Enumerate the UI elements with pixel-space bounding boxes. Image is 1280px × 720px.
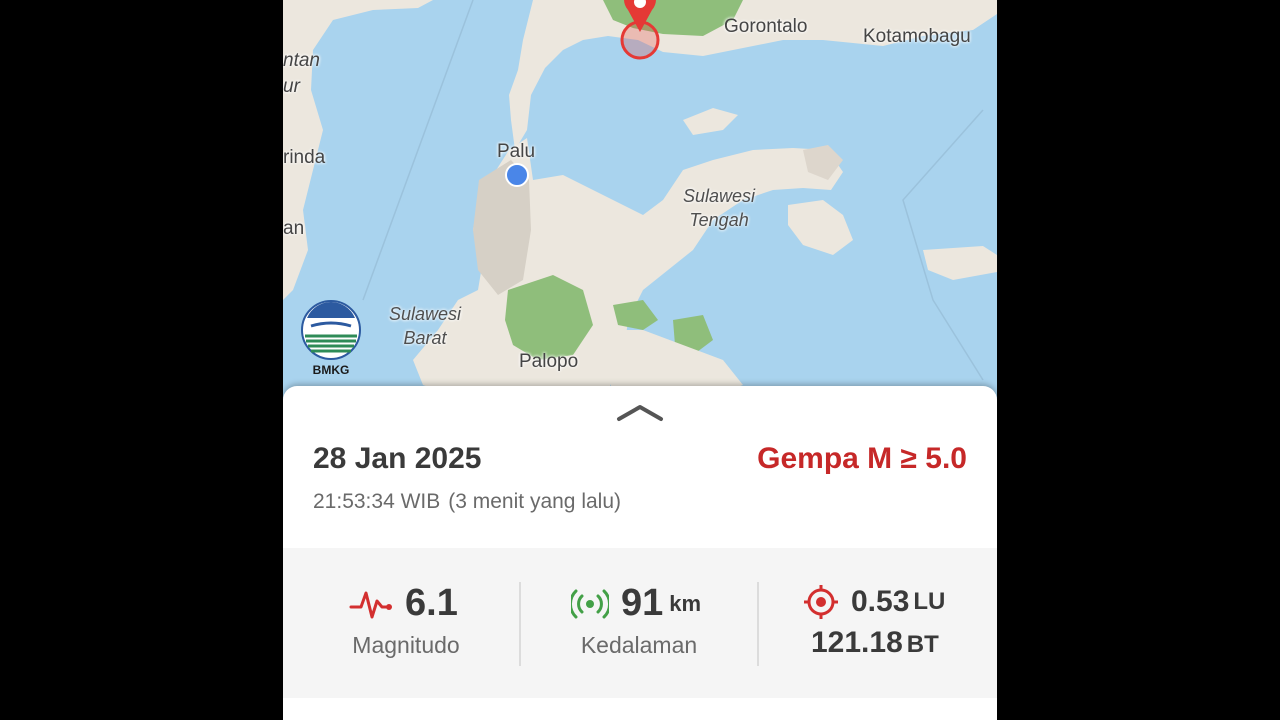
quake-stats-panel: 6.1 Magnitudo 91 km Kedalaman 0.53 LU 12…	[283, 548, 997, 698]
magnitude-value: 6.1	[405, 582, 458, 624]
sheet-expand-handle[interactable]	[615, 402, 665, 424]
map-label-partial: an	[283, 218, 305, 239]
map-label-palu: Palu	[497, 141, 536, 162]
stat-divider	[519, 582, 521, 666]
depth-label: Kedalaman	[580, 632, 698, 658]
latitude-unit: LU	[913, 588, 946, 615]
longitude-unit: BT	[906, 631, 939, 658]
map-label-sulawesi-tengah: Sulawesi Tengah	[683, 184, 755, 232]
chevron-up-icon	[617, 405, 663, 421]
stat-lat-row: 0.53 LU	[803, 584, 945, 620]
map-pin-icon[interactable]	[610, 0, 670, 62]
pulse-icon	[349, 591, 392, 618]
stat-depth-row: 91 km	[571, 582, 701, 625]
map-label-line: Tengah	[689, 210, 749, 230]
map-label-line: Sulawesi	[389, 304, 462, 324]
earthquake-map[interactable]: Gorontalo Kotamobagu ntan ur rinda an Pa…	[283, 0, 997, 400]
quake-category-badge: Gempa M ≥ 5.0	[757, 442, 967, 475]
longitude-value: 121.18	[811, 626, 903, 659]
stat-magnitude-row: 6.1	[349, 582, 458, 625]
map-label-palopo: Palopo	[519, 351, 579, 372]
quake-relative-time: (3 menit yang lalu)	[448, 490, 621, 513]
target-icon	[804, 585, 838, 619]
bmkg-logo-text: BMKG	[312, 363, 350, 377]
earthquake-info-sheet[interactable]: 28 Jan 2025 21:53:34 WIB (3 menit yang la…	[283, 386, 997, 720]
depth-unit: km	[669, 590, 702, 616]
bmkg-emblem-icon	[301, 300, 361, 360]
current-location-dot	[505, 163, 529, 187]
map-label-sulawesi-barat: Sulawesi Barat	[389, 302, 461, 350]
quake-time-value: 21:53:34 WIB	[313, 490, 441, 513]
magnitude-label: Magnitudo	[352, 632, 460, 658]
stat-divider	[757, 582, 759, 666]
map-label-gorontalo: Gorontalo	[724, 16, 808, 37]
map-label-kotamobagu: Kotamobagu	[863, 26, 971, 47]
map-label-line: Sulawesi	[683, 186, 756, 206]
map-label-partial: ntan	[283, 50, 320, 71]
stat-magnitude: 6.1 Magnitudo	[331, 548, 521, 698]
stat-lon-row: 121.18 BT	[811, 626, 939, 660]
stat-location: 0.53 LU 121.18 BT	[803, 548, 983, 698]
stat-depth: 91 km Kedalaman	[563, 548, 753, 698]
bmkg-logo: BMKG	[301, 298, 361, 378]
quake-time: 21:53:34 WIB (3 menit yang lalu)	[313, 490, 621, 514]
quake-date: 28 Jan 2025	[313, 442, 482, 475]
depth-value: 91	[621, 582, 664, 624]
map-label-partial: rinda	[283, 147, 326, 168]
map-label-partial: ur	[283, 76, 300, 97]
map-label-line: Barat	[403, 328, 447, 348]
latitude-value: 0.53	[851, 585, 910, 618]
signal-waves-icon	[571, 589, 609, 618]
app-screen: Gorontalo Kotamobagu ntan ur rinda an Pa…	[283, 0, 997, 720]
